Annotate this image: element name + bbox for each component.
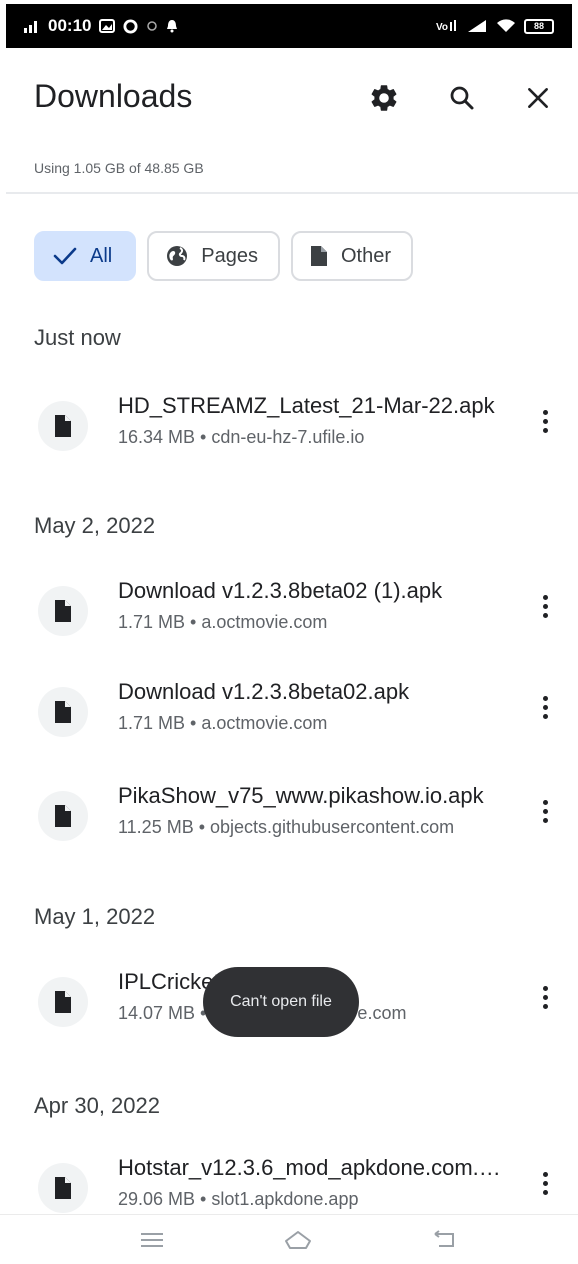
file-meta: 16.34 MB • cdn-eu-hz-7.ufile.io bbox=[118, 427, 365, 447]
file-icon bbox=[55, 600, 71, 622]
file-icon bbox=[55, 701, 71, 723]
section-header: Apr 30, 2022 bbox=[34, 1093, 160, 1118]
file-icon-badge bbox=[38, 687, 88, 737]
file-meta: 1.71 MB • a.octmovie.com bbox=[118, 612, 328, 632]
back-icon bbox=[434, 1230, 454, 1247]
back-button[interactable] bbox=[425, 1225, 465, 1255]
file-name: Download v1.2.3.8beta02 (1).apk bbox=[118, 578, 443, 603]
status-bar-right: Vo 88 bbox=[436, 18, 554, 34]
file-meta: 1.71 MB • a.octmovie.com bbox=[118, 713, 328, 733]
system-nav-bar bbox=[0, 1214, 578, 1264]
home-icon bbox=[285, 1231, 311, 1249]
filter-chip-pages-label: Pages bbox=[201, 244, 258, 267]
section-header: Just now bbox=[34, 325, 121, 350]
file-icon-badge bbox=[38, 791, 88, 841]
filter-chip-all-label: All bbox=[90, 244, 113, 267]
file-icon-badge bbox=[38, 1163, 88, 1213]
page-title: Downloads bbox=[34, 78, 193, 114]
download-item[interactable]: HD_STREAMZ_Latest_21-Mar-22.apk 16.34 MB… bbox=[0, 393, 578, 473]
close-icon bbox=[528, 88, 548, 108]
gallery-icon bbox=[99, 19, 116, 33]
storage-usage-text: Using 1.05 GB of 48.85 GB bbox=[34, 160, 204, 176]
filter-chips: All Pages Other bbox=[34, 231, 413, 281]
filter-chip-other[interactable]: Other bbox=[290, 231, 413, 281]
circle-app-icon bbox=[123, 18, 139, 34]
svg-text:Vo: Vo bbox=[436, 22, 448, 33]
more-options-button[interactable] bbox=[530, 401, 560, 441]
search-icon bbox=[450, 86, 474, 110]
volte-icon: Vo bbox=[436, 20, 456, 33]
file-icon bbox=[55, 805, 71, 827]
more-options-button[interactable] bbox=[530, 1163, 560, 1203]
wifi-icon bbox=[497, 19, 515, 32]
file-icon-badge bbox=[38, 586, 88, 636]
battery-icon: 88 bbox=[524, 18, 554, 34]
menu-icon bbox=[141, 1233, 163, 1247]
dot-icon bbox=[147, 21, 158, 31]
app-header: Downloads bbox=[0, 48, 578, 148]
toast-message: Can't open file bbox=[203, 967, 359, 1037]
more-options-button[interactable] bbox=[530, 687, 560, 727]
status-time: 00:10 bbox=[48, 16, 92, 35]
file-name: PikaShow_v75_www.pikashow.io.apk bbox=[118, 783, 484, 808]
more-options-button[interactable] bbox=[530, 791, 560, 831]
filter-chip-other-label: Other bbox=[340, 244, 391, 267]
settings-button[interactable] bbox=[364, 78, 404, 118]
home-button[interactable] bbox=[278, 1225, 318, 1255]
file-icon-badge bbox=[38, 977, 88, 1027]
file-name: HD_STREAMZ_Latest_21-Mar-22.apk bbox=[118, 393, 495, 418]
file-meta: 11.25 MB • objects.githubusercontent.com bbox=[118, 817, 455, 837]
file-icon bbox=[55, 1177, 71, 1199]
header-divider bbox=[6, 192, 578, 194]
battery-level: 88 bbox=[533, 21, 544, 31]
file-icon bbox=[55, 991, 71, 1013]
recent-apps-button[interactable] bbox=[132, 1225, 172, 1255]
download-item[interactable]: Download v1.2.3.8beta02.apk 1.71 MB • a.… bbox=[0, 679, 578, 759]
file-name: Download v1.2.3.8beta02.apk bbox=[118, 679, 410, 704]
file-icon bbox=[55, 415, 71, 437]
section-header: May 1, 2022 bbox=[34, 904, 156, 929]
download-item[interactable]: PikaShow_v75_www.pikashow.io.apk 11.25 M… bbox=[0, 783, 578, 863]
filter-chip-pages[interactable]: Pages bbox=[147, 231, 280, 281]
search-button[interactable] bbox=[442, 78, 482, 118]
notification-icon bbox=[167, 20, 178, 33]
status-bar: 00:10 Vo 88 bbox=[6, 4, 572, 48]
more-options-button[interactable] bbox=[530, 586, 560, 626]
file-name: Hotstar_v12.3.6_mod_apkdone.com.apk bbox=[118, 1155, 508, 1180]
gear-icon bbox=[371, 85, 397, 111]
more-options-button[interactable] bbox=[530, 977, 560, 1017]
section-header: May 2, 2022 bbox=[34, 513, 156, 538]
file-icon-badge bbox=[38, 401, 88, 451]
close-button[interactable] bbox=[518, 78, 558, 118]
download-item[interactable]: Download v1.2.3.8beta02 (1).apk 1.71 MB … bbox=[0, 578, 578, 658]
signal-small-icon bbox=[24, 21, 37, 33]
check-icon bbox=[53, 247, 77, 265]
file-icon bbox=[310, 246, 327, 266]
file-meta: 29.06 MB • slot1.apkdone.app bbox=[118, 1189, 359, 1209]
cellular-signal-icon bbox=[468, 20, 486, 32]
globe-icon bbox=[167, 246, 188, 266]
filter-chip-all[interactable]: All bbox=[34, 231, 137, 281]
status-bar-left: 00:10 bbox=[24, 16, 178, 36]
